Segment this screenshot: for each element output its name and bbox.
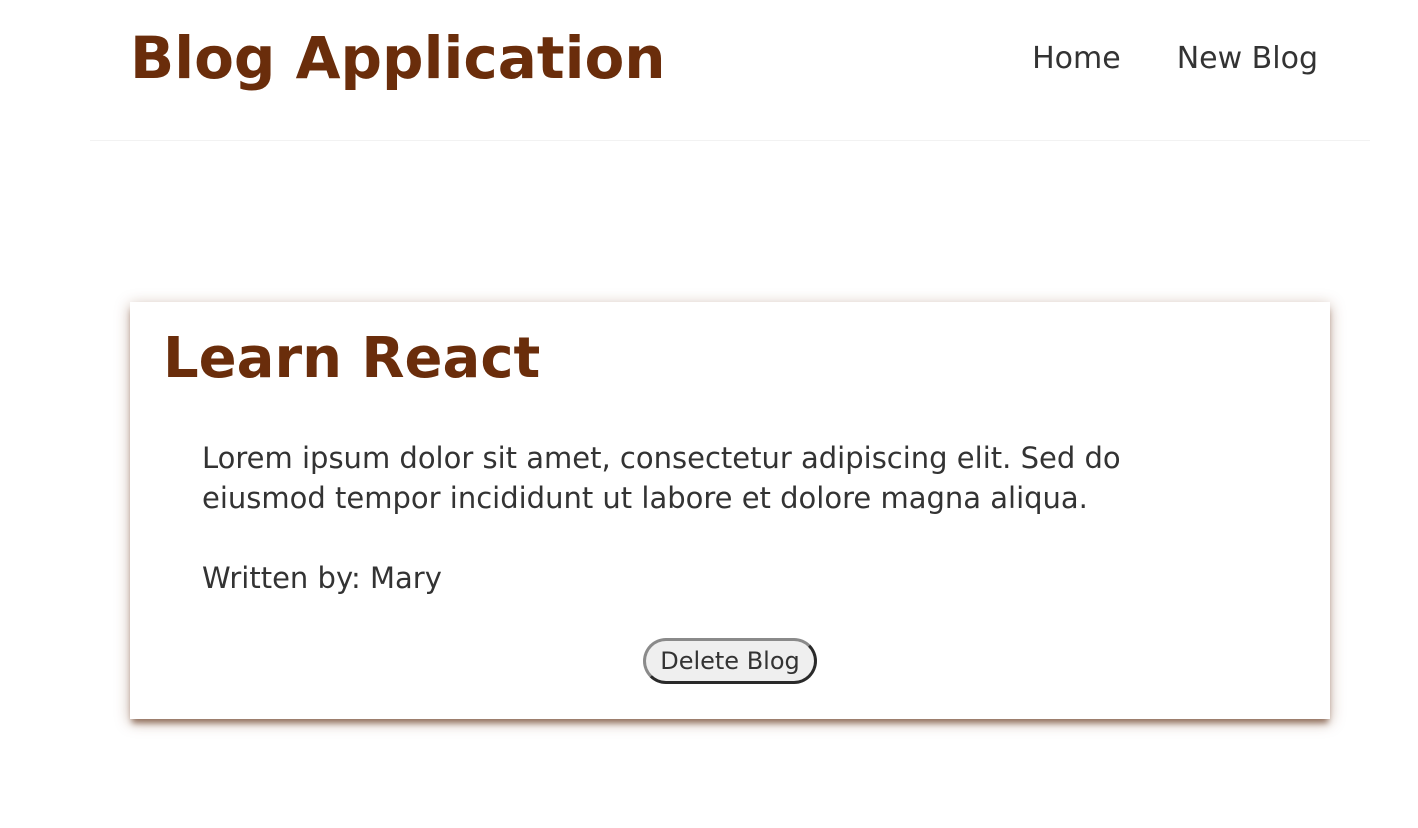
blog-author: Written by: Mary [202,561,442,595]
blog-details-card: Learn React Lorem ipsum dolor sit amet, … [130,302,1330,719]
blog-body: Lorem ipsum dolor sit amet, consectetur … [202,441,1121,515]
app-title: Blog Application [130,24,666,92]
nav-link-home[interactable]: Home [1032,41,1121,76]
nav-links: Home New Blog [1032,41,1318,76]
navbar: Blog Application Home New Blog [90,0,1370,141]
nav-link-new-blog[interactable]: New Blog [1177,41,1318,76]
delete-blog-button[interactable]: Delete Blog [643,638,817,684]
blog-title: Learn React [163,326,541,391]
